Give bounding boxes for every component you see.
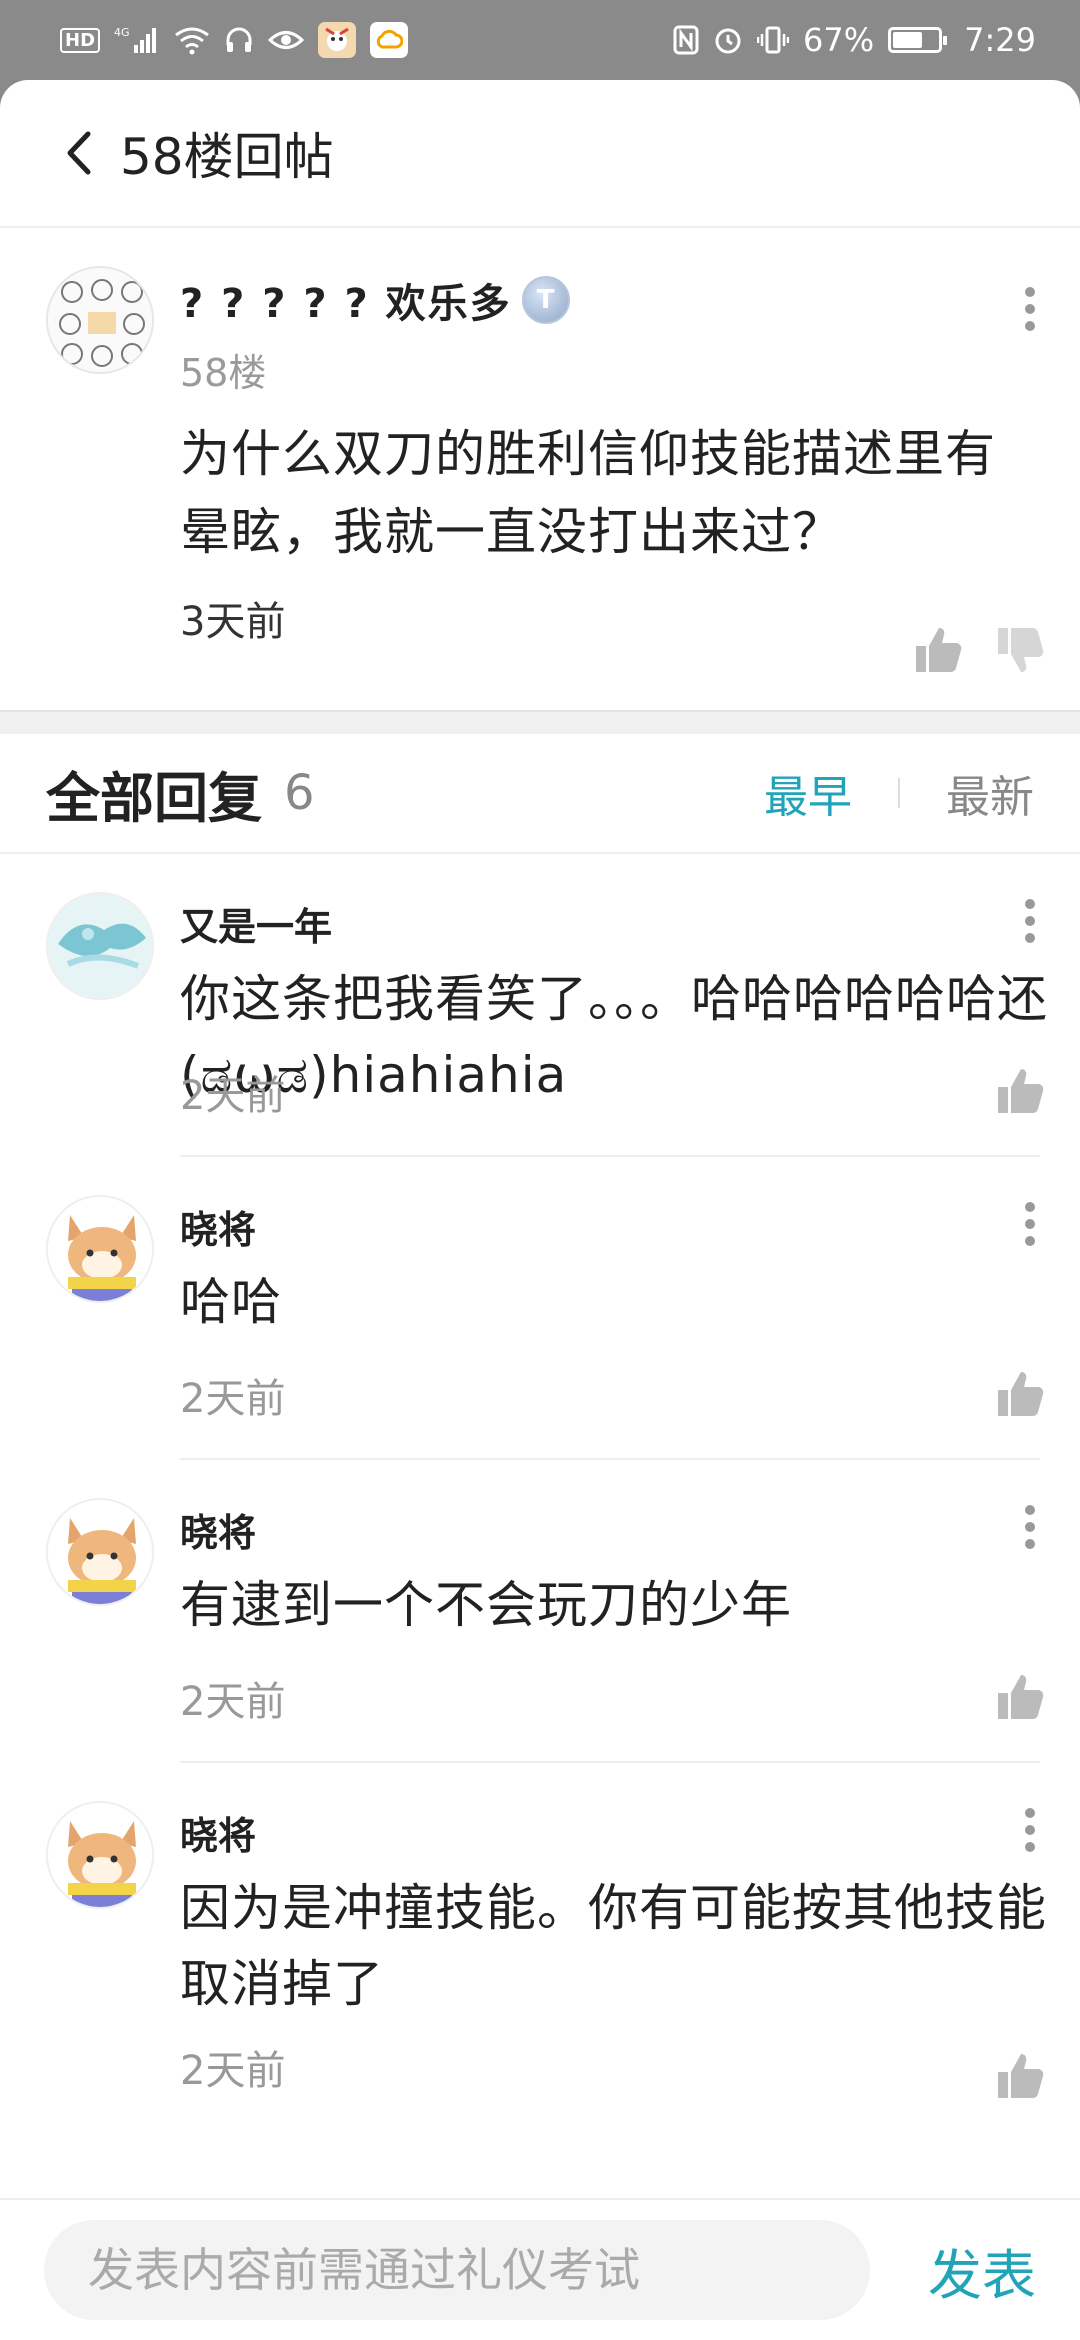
comment-input[interactable] <box>44 2220 870 2320</box>
level-badge-icon: T <box>521 276 570 324</box>
post-floor: 58楼 <box>180 351 267 395</box>
replies-header: 全部回复 6 最早 最新 <box>0 734 1080 854</box>
status-bar: HD 4G 67% 7:29 <box>0 0 1080 80</box>
reply-username[interactable]: 又是一年 <box>180 896 1080 951</box>
reply-list: 又是一年 你这条把我看笑了。。。哈哈哈哈哈哈还(ಡωಡ)hiahiahia 2天… <box>0 854 1080 2098</box>
reply-item: 晓将 有逮到一个不会玩刀的少年 2天前 <box>0 1460 1080 1763</box>
reply-time: 2天前 <box>180 1376 286 1422</box>
sort-earliest-button[interactable]: 最早 <box>764 761 852 825</box>
replies-title: 全部回复 <box>46 766 262 830</box>
hd-icon: HD <box>60 27 101 53</box>
sort-separator <box>898 778 900 808</box>
cloud-app-icon <box>370 22 409 58</box>
reply-item: 晓将 哈哈 2天前 <box>0 1157 1080 1460</box>
reply-time: 2天前 <box>180 2048 286 2094</box>
header: 58楼回帖 <box>0 80 1080 228</box>
post-avatar[interactable] <box>46 266 154 374</box>
thumbs-up-icon[interactable] <box>994 1671 1046 1723</box>
thumbs-up-icon[interactable] <box>994 1065 1046 1117</box>
thumbs-up-icon[interactable] <box>994 2050 1046 2102</box>
post-time: 3天前 <box>180 599 286 645</box>
more-options-icon[interactable] <box>1024 284 1036 334</box>
battery-percent: 67% <box>803 21 875 59</box>
sort-toggle: 最早 最新 <box>764 761 1034 825</box>
reply-content: 有逮到一个不会玩刀的少年 <box>180 1576 792 1634</box>
headset-icon <box>224 25 254 55</box>
more-options-icon[interactable] <box>1024 1502 1036 1552</box>
alarm-icon <box>713 25 743 55</box>
thumbs-up-icon[interactable] <box>912 624 964 676</box>
app-notification-icon <box>318 22 357 58</box>
page-title: 58楼回帖 <box>120 128 334 186</box>
back-arrow-icon[interactable] <box>58 128 100 178</box>
more-options-icon[interactable] <box>1024 1805 1036 1855</box>
reply-content: 你这条把我看笑了。。。哈哈哈哈哈哈还(ಡωಡ)hiahiahia <box>180 970 1048 1104</box>
reply-content: 因为是冲撞技能。你有可能按其他技能取消掉了 <box>180 1879 1047 2013</box>
reply-username[interactable]: 晓将 <box>180 1805 1080 1860</box>
sort-latest-button[interactable]: 最新 <box>946 761 1034 825</box>
send-button[interactable]: 发表 <box>928 2231 1036 2310</box>
reply-avatar[interactable] <box>46 1801 154 1909</box>
section-divider <box>0 710 1080 734</box>
vibrate-icon <box>757 25 790 55</box>
reply-avatar[interactable] <box>46 1195 154 1303</box>
reply-username[interactable]: 晓将 <box>180 1199 1080 1254</box>
reply-sheet: 58楼回帖 ? ? ? ? ? 欢乐多 T 58楼 为什么双刀的胜利信仰技能描述… <box>0 80 1080 2340</box>
battery-icon <box>888 27 948 53</box>
more-options-icon[interactable] <box>1024 896 1036 946</box>
reply-time: 2天前 <box>180 1073 286 1119</box>
comment-composer: 发表 <box>0 2198 1080 2340</box>
main-post: ? ? ? ? ? 欢乐多 T 58楼 为什么双刀的胜利信仰技能描述里有晕眩，我… <box>0 228 1080 710</box>
more-options-icon[interactable] <box>1024 1199 1036 1249</box>
replies-count: 6 <box>284 765 315 821</box>
signal-icon: 4G <box>114 25 160 55</box>
post-username[interactable]: ? ? ? ? ? 欢乐多 <box>180 271 512 329</box>
reply-username[interactable]: 晓将 <box>180 1502 1080 1557</box>
wifi-icon <box>174 25 210 55</box>
thumbs-down-icon[interactable] <box>994 624 1046 676</box>
reply-avatar[interactable] <box>46 1498 154 1606</box>
post-content: 为什么双刀的胜利信仰技能描述里有晕眩，我就一直没打出来过？ <box>180 425 996 561</box>
thumbs-up-icon[interactable] <box>994 1368 1046 1420</box>
nfc-icon <box>673 25 699 55</box>
svg-text:4G: 4G <box>114 26 130 39</box>
reply-time: 2天前 <box>180 1679 286 1725</box>
reply-avatar[interactable] <box>46 892 154 1000</box>
reply-item: 晓将 因为是冲撞技能。你有可能按其他技能取消掉了 2天前 <box>0 1763 1080 2098</box>
eye-icon <box>268 25 305 55</box>
reply-item: 又是一年 你这条把我看笑了。。。哈哈哈哈哈哈还(ಡωಡ)hiahiahia 2天… <box>0 854 1080 1157</box>
reply-content: 哈哈 <box>180 1273 282 1331</box>
clock: 7:29 <box>964 21 1036 59</box>
